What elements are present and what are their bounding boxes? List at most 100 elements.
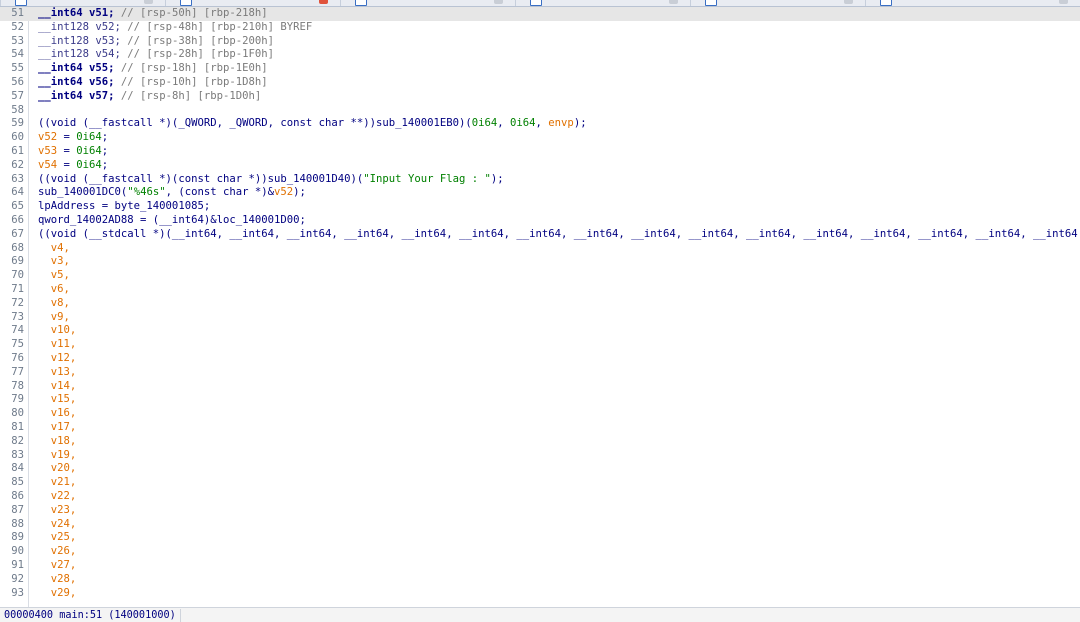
close-icon[interactable]	[144, 0, 153, 4]
line-number: 93	[11, 586, 24, 599]
line-number: 65	[11, 200, 24, 213]
code-line[interactable]: 58	[0, 104, 1080, 118]
code-token: "Input Your Flag : "	[363, 172, 491, 185]
code-line[interactable]: 52 __int128 v52; // [rsp-48h] [rbp-210h] …	[0, 21, 1080, 35]
code-line[interactable]: 53 __int128 v53; // [rsp-38h] [rbp-200h]	[0, 35, 1080, 49]
code-line[interactable]: 65 lpAddress = byte_140001085;	[0, 200, 1080, 214]
tab-4[interactable]	[690, 0, 866, 6]
code-line[interactable]: 64 sub_140001DC0("%46s", (const char *)&v…	[0, 186, 1080, 200]
line-number: 70	[11, 269, 24, 282]
line-number: 67	[11, 227, 24, 240]
code-text: v22,	[38, 490, 77, 504]
close-icon[interactable]	[1059, 0, 1068, 4]
tab-5[interactable]	[865, 0, 1080, 6]
code-token: __int64 v55;	[38, 62, 121, 75]
code-line[interactable]: 55 __int64 v55; // [rsp-18h] [rbp-1E0h]	[0, 62, 1080, 76]
code-line[interactable]: 61 v53 = 0i64;	[0, 145, 1080, 159]
code-token: v22,	[38, 490, 77, 502]
code-token: v18,	[38, 434, 77, 447]
code-line[interactable]: 80 v16,	[0, 407, 1080, 421]
code-line[interactable]: 66 qword_14002AD88 = (__int64)&loc_140001…	[0, 214, 1080, 228]
code-text: sub_140001DC0("%46s", (const char *)&v52…	[38, 186, 306, 200]
line-number: 76	[11, 352, 24, 364]
code-token: v9,	[38, 310, 70, 323]
code-text: v26,	[38, 545, 77, 559]
code-line[interactable]: 62 v54 = 0i64;	[0, 159, 1080, 173]
line-number: 79	[11, 393, 24, 406]
line-number: 71	[11, 283, 24, 295]
code-line[interactable]: 57 __int64 v57; // [rsp-8h] [rbp-1D0h]	[0, 90, 1080, 104]
code-token: v16,	[38, 407, 77, 420]
code-token: qword_14002AD88 = (__int64)&loc_140001D0…	[38, 214, 306, 226]
code-line[interactable]: 90 v26,	[0, 545, 1080, 559]
code-line[interactable]: 54 __int128 v54; // [rsp-28h] [rbp-1F0h]	[0, 48, 1080, 62]
code-text: v25,	[38, 531, 77, 545]
code-line[interactable]: 72 v8,	[0, 297, 1080, 311]
code-line[interactable]: 84 v20,	[0, 462, 1080, 476]
line-number: 90	[11, 545, 24, 558]
line-number: 86	[11, 490, 24, 502]
code-line[interactable]: 81 v17,	[0, 421, 1080, 435]
code-line[interactable]: 56 __int64 v56; // [rsp-10h] [rbp-1D8h]	[0, 76, 1080, 90]
code-line[interactable]: 86 v22,	[0, 490, 1080, 504]
close-icon[interactable]	[844, 0, 853, 4]
code-text: v12,	[38, 352, 77, 366]
code-token: v28,	[38, 572, 77, 585]
code-line[interactable]: 75 v11,	[0, 338, 1080, 352]
code-line[interactable]: 63 ((void (__fastcall *)(const char *))su…	[0, 173, 1080, 187]
line-number: 88	[11, 517, 24, 530]
code-text: v18,	[38, 434, 77, 449]
code-token: v24,	[38, 517, 77, 530]
code-token: v8,	[38, 296, 70, 309]
code-text: __int64 v57; // [rsp-8h] [rbp-1D0h]	[38, 90, 261, 104]
code-line[interactable]: 59 ((void (__fastcall *)(_QWORD, _QWORD, …	[0, 117, 1080, 131]
window-icon	[15, 0, 27, 6]
code-line[interactable]: 74 v10,	[0, 324, 1080, 338]
window-icon	[530, 0, 542, 6]
code-text: v11,	[38, 338, 77, 352]
tab-3[interactable]	[515, 0, 691, 6]
code-line[interactable]: 83 v19,	[0, 449, 1080, 463]
code-token: __int128 v52;	[38, 20, 128, 33]
code-line[interactable]: 82 v18,	[0, 435, 1080, 449]
window-icon	[180, 0, 192, 6]
close-icon[interactable]	[669, 0, 678, 4]
code-line[interactable]: 60 v52 = 0i64;	[0, 131, 1080, 145]
code-text: v27,	[38, 559, 77, 573]
code-line[interactable]: 91 v27,	[0, 559, 1080, 573]
tab-2[interactable]	[340, 0, 516, 6]
code-text: qword_14002AD88 = (__int64)&loc_140001D0…	[38, 214, 306, 228]
close-icon[interactable]	[319, 0, 328, 4]
code-line[interactable]: 78 v14,	[0, 380, 1080, 394]
code-token: =	[57, 145, 77, 157]
close-icon[interactable]	[494, 0, 503, 4]
code-line[interactable]: 68 v4,	[0, 242, 1080, 256]
code-line[interactable]: 77 v13,	[0, 366, 1080, 380]
code-line[interactable]: 51 __int64 v51; // [rsp-50h] [rbp-218h]	[0, 7, 1080, 21]
line-number: 92	[11, 572, 24, 585]
code-token: 0i64	[76, 145, 102, 157]
tab-1[interactable]	[165, 0, 341, 6]
pseudocode-view[interactable]: 51 __int64 v51; // [rsp-50h] [rbp-218h] 52…	[0, 7, 1080, 607]
code-line[interactable]: 93 v29,	[0, 587, 1080, 601]
window-icon	[355, 0, 367, 6]
code-line[interactable]: 89 v25,	[0, 531, 1080, 545]
code-text: ((void (__fastcall *)(const char *))sub_…	[38, 173, 504, 187]
code-line[interactable]: 79 v15,	[0, 393, 1080, 407]
code-line[interactable]: 87 v23,	[0, 504, 1080, 518]
code-line[interactable]: 73 v9,	[0, 311, 1080, 325]
code-token: envp	[548, 117, 574, 130]
code-line[interactable]: 69 v3,	[0, 255, 1080, 269]
code-line[interactable]: 67 ((void (__stdcall *)(__int64, __int64,…	[0, 228, 1080, 242]
line-number: 81	[11, 421, 24, 433]
line-number: 58	[11, 103, 24, 116]
code-token: ((void (__stdcall *)(__int64, __int64, _…	[38, 227, 1078, 240]
code-line[interactable]: 85 v21,	[0, 476, 1080, 490]
code-token: );	[573, 117, 587, 130]
tab-0[interactable]	[0, 0, 166, 6]
code-line[interactable]: 71 v6,	[0, 283, 1080, 297]
code-line[interactable]: 76 v12,	[0, 352, 1080, 366]
code-line[interactable]: 88 v24,	[0, 518, 1080, 532]
code-line[interactable]: 70 v5,	[0, 269, 1080, 283]
code-line[interactable]: 92 v28,	[0, 573, 1080, 587]
